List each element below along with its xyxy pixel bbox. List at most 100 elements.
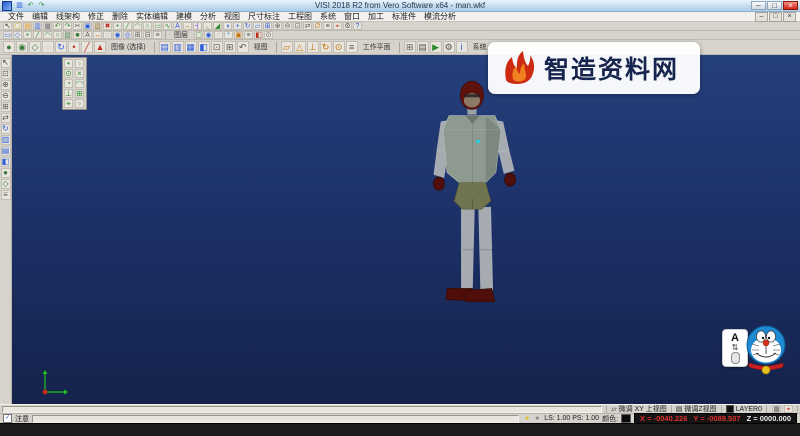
print-icon[interactable]: ▦ [43,22,52,30]
snap-icon[interactable]: ⌖ [333,22,342,30]
dock-rotate-view-icon[interactable]: ↻ [0,124,11,134]
filter-circles-icon[interactable]: ○ [53,31,62,39]
mdi-minimize-button[interactable]: – [755,11,768,22]
select-window-icon[interactable]: ▭ [3,31,12,39]
filter-lines-icon[interactable]: ╱ [33,31,42,39]
layer-on-icon[interactable]: ◉ [204,31,213,39]
menu-item[interactable]: 实体编辑 [132,12,172,22]
line-icon[interactable]: ╱ [123,22,132,30]
pan-icon[interactable]: ⇄ [303,22,312,30]
light-on-icon[interactable]: ● [523,415,531,423]
filter-surfaces-icon[interactable]: ▧ [63,31,72,39]
select-edge-icon[interactable]: ╱ [81,41,93,53]
menu-item[interactable]: 系统 [316,12,340,22]
paste-icon[interactable]: ▧ [93,22,102,30]
windows-taskbar[interactable] [0,423,800,436]
quick-redo-icon[interactable]: ↷ [37,1,46,10]
menu-item[interactable]: 尺寸标注 [244,12,284,22]
rotate-icon[interactable]: ↻ [243,22,252,30]
quick-save-icon[interactable]: ▥ [15,1,24,10]
snap-grid-icon[interactable]: ⊞ [75,89,84,98]
dock-view-top-icon[interactable]: ▤ [0,146,11,156]
view-front-icon[interactable]: ▥ [171,41,184,53]
menu-item[interactable]: 视图 [220,12,244,22]
layer-lock-icon[interactable]: ⊙ [264,31,273,39]
viewport-3d[interactable]: • ◦ ⊙ × ◔ ◠ ⊥ ⊞ ⌖ ▫ A ⇅ [12,55,800,404]
view-xy-indicator[interactable]: ▱ 微调 XY 上视图 [606,405,671,413]
filter-solids-icon[interactable]: ■ [73,31,82,39]
dynamic-rotate-icon[interactable]: ↻ [55,41,67,53]
menu-item[interactable]: 编辑 [28,12,52,22]
zoom-in-icon[interactable]: ⊕ [273,22,282,30]
command-input-field[interactable] [32,414,520,423]
dock-wireframe-icon[interactable]: ◇ [0,179,11,189]
show-elements-icon[interactable]: ◉ [113,31,122,39]
trim-icon[interactable]: ┤ [193,22,202,30]
model-left-leg[interactable] [461,206,475,291]
model-right-forearm[interactable] [498,149,515,174]
snap-end-icon[interactable]: • [64,59,73,68]
calculator-icon[interactable]: ⊞ [403,41,416,53]
snap-perpendicular-icon[interactable]: ⊥ [64,89,73,98]
menu-item[interactable]: 模流分析 [420,12,460,22]
model-right-hand[interactable] [504,172,516,187]
mirror-icon[interactable]: ◑ [223,22,232,30]
snap-origin-icon[interactable]: ⌖ [64,99,73,108]
redo-icon[interactable]: ↷ [63,22,72,30]
workplane-standard-icon[interactable]: ▱ [280,41,293,53]
shaded-mode-icon[interactable]: ● [3,41,15,53]
menu-item[interactable]: 加工 [364,12,388,22]
select-arrow-icon[interactable]: ↖ [0,58,11,68]
measure-icon[interactable]: ∅ [313,22,322,30]
zoom-fit-icon[interactable]: ⊡ [293,22,302,30]
layer-indicator[interactable]: LAYER0 [720,405,766,413]
dock-pan-icon[interactable]: ⇄ [0,113,11,123]
menu-item[interactable]: 标准件 [388,12,420,22]
menu-item[interactable]: 删除 [108,12,132,22]
menu-item[interactable]: 修正 [84,12,108,22]
layers-icon[interactable]: ≡ [323,22,332,30]
chamfer-icon[interactable]: ◢ [213,22,222,30]
grid-toggle-icon[interactable]: ▦ [772,405,781,413]
rectangle-icon[interactable]: ▭ [153,22,162,30]
zoom-all-icon[interactable]: ⊞ [223,41,236,53]
close-button[interactable]: × [783,1,798,10]
snap-intersection-icon[interactable]: × [75,69,84,78]
view-right-icon[interactable]: ▦ [184,41,197,53]
model-left-hand[interactable] [433,176,445,191]
dock-shaded-icon[interactable]: ● [0,168,11,178]
select-icon[interactable]: ↖ [3,22,12,30]
text-icon[interactable]: A [173,22,182,30]
filter-dimensions-icon[interactable]: ↔ [93,31,102,39]
move-icon[interactable]: + [233,22,242,30]
snap-quadrant-icon[interactable]: ◔ [64,79,73,88]
spline-icon[interactable]: ∿ [163,22,172,30]
minimize-button[interactable]: – [751,1,766,10]
shaded-edges-mode-icon[interactable]: ◉ [16,41,28,53]
undo-icon[interactable]: ↶ [53,22,62,30]
light-off-icon[interactable]: ● [533,415,541,423]
layer-new-icon[interactable]: ▢ [194,31,203,39]
hide-elements-icon[interactable]: ◌ [103,31,112,39]
workplane-origin-icon[interactable]: ⊙ [332,41,345,53]
model-man-figure[interactable] [417,79,532,323]
select-face-icon[interactable]: ▲ [94,41,106,53]
model-right-leg[interactable] [478,206,494,291]
layer-freeze-icon[interactable]: * [224,31,233,39]
workplane-rotate-icon[interactable]: ↻ [319,41,332,53]
help-icon[interactable]: ? [353,22,362,30]
snap-point-icon[interactable]: ▫ [75,99,84,108]
menu-item[interactable]: 窗口 [340,12,364,22]
arc-icon[interactable]: ◠ [133,22,142,30]
save-icon[interactable]: ▥ [33,22,42,30]
snap-mid-icon[interactable]: ◦ [75,59,84,68]
menu-item[interactable]: 建模 [172,12,196,22]
dock-zoom-in-icon[interactable]: ⊕ [0,80,11,90]
model-right-shoe[interactable] [465,288,496,302]
dock-view-iso-icon[interactable]: ◧ [0,157,11,167]
menu-item[interactable]: 工程图 [284,12,316,22]
group-icon[interactable]: ⊞ [133,31,142,39]
filter-text-icon[interactable]: A [83,31,92,39]
circle-icon[interactable]: ○ [143,22,152,30]
database-icon[interactable]: ▤ [416,41,429,53]
